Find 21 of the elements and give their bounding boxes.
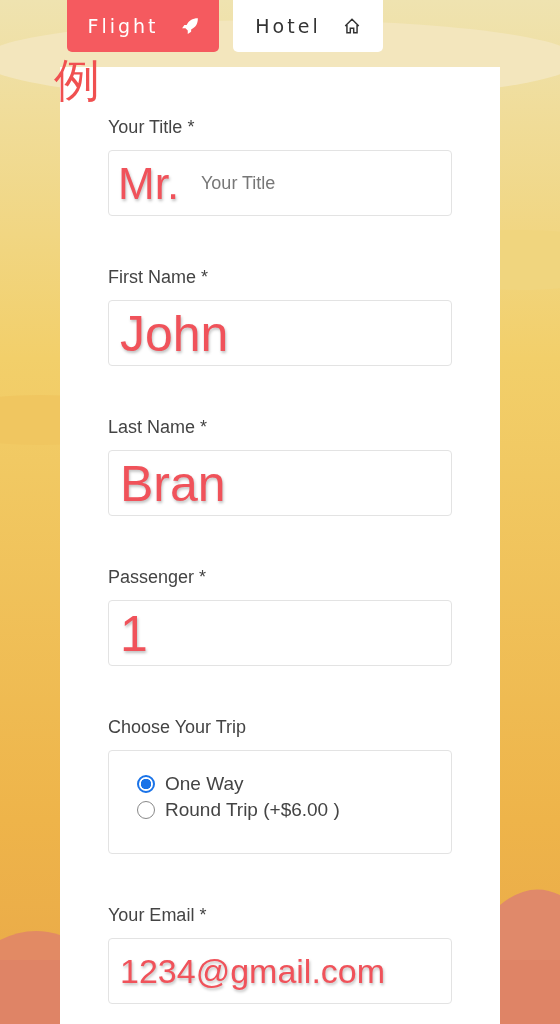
field-label: Your Title * bbox=[108, 116, 196, 139]
input-field[interactable] bbox=[108, 938, 452, 1004]
annotation-text: Bran bbox=[120, 455, 226, 514]
field-label: First Name * bbox=[108, 266, 209, 289]
input-field[interactable] bbox=[108, 300, 452, 366]
field-label: Your Email * bbox=[108, 904, 208, 927]
field-label: Passenger * bbox=[108, 566, 208, 589]
rocket-icon bbox=[180, 17, 199, 35]
annotation-text: 1234@gmail.com bbox=[120, 951, 386, 992]
annotation-text: John bbox=[120, 305, 229, 364]
home-icon bbox=[342, 17, 361, 35]
annotation-text: 1 bbox=[120, 605, 148, 664]
tab[interactable]: Hotel bbox=[233, 0, 383, 52]
field-label: Last Name * bbox=[108, 416, 209, 439]
input-field[interactable] bbox=[108, 450, 452, 516]
radio-option[interactable]: One Way bbox=[137, 773, 423, 795]
radio-option[interactable]: Round Trip (+$6.00 ) bbox=[137, 799, 423, 821]
field-label: Choose Your Trip bbox=[108, 716, 248, 739]
annotation-text: 例 bbox=[54, 55, 100, 106]
input-field[interactable] bbox=[108, 600, 452, 666]
annotation-text: Mr. bbox=[118, 158, 180, 210]
